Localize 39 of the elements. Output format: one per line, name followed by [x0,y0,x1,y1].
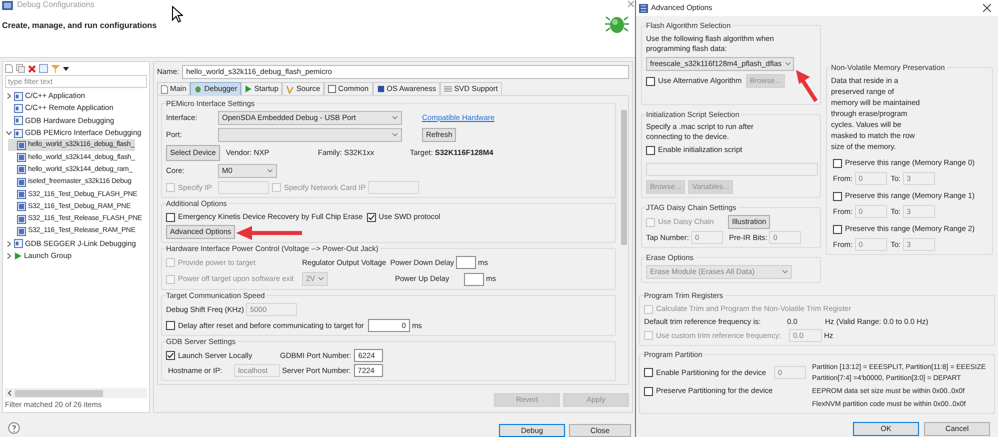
checkmark-icon [368,214,375,220]
app-icon [639,4,648,12]
window-icon [328,85,336,93]
text-field[interactable] [464,272,484,286]
window-title: Debug Configurations [17,0,94,10]
filter-icon[interactable] [51,64,60,73]
cursor-icon [172,6,183,23]
source-icon [286,84,294,94]
chevron-down-icon [782,270,788,274]
duplicate-icon[interactable] [16,64,25,73]
window-icon [14,116,23,126]
app-icon [2,0,13,10]
window-icon [14,92,23,101]
window-icon [14,104,23,113]
text-field[interactable] [456,256,476,269]
grid-icon [444,85,452,93]
chevron-down-icon [267,169,273,173]
play-icon [245,85,252,93]
checkmark-icon [167,352,174,359]
close-icon[interactable] [983,4,991,12]
chevron-down-icon [392,116,398,120]
horizontal-scrollbar[interactable] [5,388,147,398]
window-icon [14,128,23,138]
help-icon[interactable] [8,422,20,434]
pointer-arrow [796,70,818,102]
caret-icon[interactable] [63,66,69,70]
page-icon [161,84,168,94]
new-icon[interactable] [5,64,13,73]
pointer-arrow [236,226,302,240]
collapse-icon[interactable] [39,64,48,73]
chevron-right-icon[interactable] [6,93,12,100]
chevron-down-icon [318,277,324,281]
dialog-heading: Create, manage, and run configurations [2,21,157,31]
chevron-down-icon [784,62,791,66]
chevron-down-icon[interactable] [6,130,12,136]
chevron-down-icon [392,133,398,137]
play-icon [14,252,22,260]
delete-icon[interactable] [28,64,36,72]
window-icon [14,239,23,248]
